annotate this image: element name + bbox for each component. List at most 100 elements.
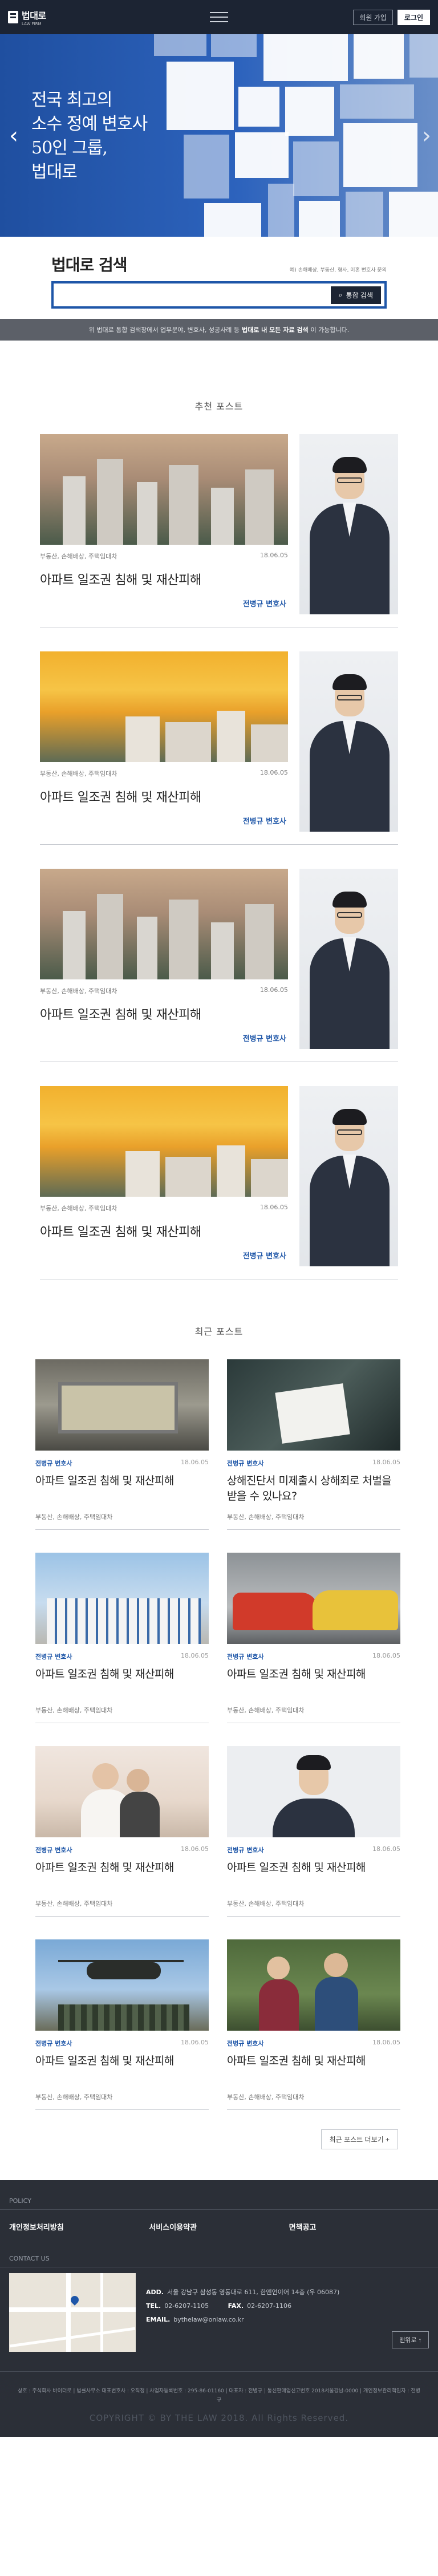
hero-pattern <box>149 34 438 237</box>
recommended-card[interactable]: 부동산, 손해배상, 주택임대차 18.06.05 아파트 일조권 침해 및 재… <box>40 651 398 845</box>
post-title[interactable]: 아파트 일조권 침해 및 재산피해 <box>35 1860 209 1893</box>
fax-value: 02-6207-1106 <box>247 2302 292 2310</box>
post-thumbnail <box>227 1553 400 1644</box>
recent-post-card[interactable]: 전병규 변호사 18.06.05 아파트 일조권 침해 및 재산피해 부동산, … <box>35 1939 209 2110</box>
post-tags: 부동산, 손해배상, 주택임대차 <box>40 770 117 777</box>
copyright: COPYRIGHT © BY THE LAW 2018. All Rights … <box>89 2413 349 2423</box>
address-value: 서울 강남구 삼성동 영동대로 611, 한엔언이어 14층 (우 06087) <box>167 2289 340 2296</box>
post-date: 18.06.05 <box>181 1459 209 1466</box>
post-title[interactable]: 아파트 일조권 침해 및 재산피해 <box>40 787 288 805</box>
search-section: 법대로 검색 예) 손해배상, 부동산, 형사, 이혼 변호사 문의 ⌕ 통합 … <box>0 237 438 319</box>
scroll-top-button[interactable]: 맨위로 ↑ <box>392 2331 429 2348</box>
logo-icon <box>8 11 18 23</box>
recent-post-card[interactable]: 전병규 변호사 18.06.05 아파트 일조권 침해 및 재산피해 부동산, … <box>227 1746 400 1917</box>
lawyer-name[interactable]: 전병규 변호사 <box>243 1032 286 1043</box>
map-pin-icon <box>69 2294 80 2306</box>
post-thumbnail <box>40 869 288 979</box>
post-title[interactable]: 상해진단서 미제출시 상해죄로 처벌을 받을 수 있나요? <box>227 1473 400 1506</box>
lawyer-name[interactable]: 전병규 변호사 <box>243 1250 286 1261</box>
post-thumbnail <box>35 1359 209 1451</box>
chevron-right-icon[interactable]: › <box>422 123 431 149</box>
lawyer-photo <box>299 869 398 1049</box>
lawyer-name[interactable]: 전병규 변호사 <box>35 1652 72 1661</box>
recent-post-card[interactable]: 전병규 변호사 18.06.05 아파트 일조권 침해 및 재산피해 부동산, … <box>227 1939 400 2110</box>
post-thumbnail <box>35 1746 209 1837</box>
terms-link[interactable]: 서비스이용약관 <box>149 2221 289 2232</box>
post-thumbnail <box>40 1086 288 1197</box>
post-tags: 부동산, 손해배상, 주택임대차 <box>227 1512 400 1530</box>
post-thumbnail <box>227 1939 400 2031</box>
search-box: ⌕ 통합 검색 <box>51 281 387 309</box>
recent-post-card[interactable]: 전병규 변호사 18.06.05 아파트 일조권 침해 및 재산피해 부동산, … <box>35 1746 209 1917</box>
lawyer-photo <box>299 1086 398 1266</box>
search-input[interactable] <box>57 283 331 306</box>
post-date: 18.06.05 <box>181 2039 209 2046</box>
post-thumbnail <box>40 434 288 545</box>
post-tags: 부동산, 손해배상, 주택임대차 <box>35 2092 209 2110</box>
post-thumbnail <box>40 651 288 762</box>
recommended-card[interactable]: 부동산, 손해배상, 주택임대차 18.06.05 아파트 일조권 침해 및 재… <box>40 434 398 627</box>
lawyer-name[interactable]: 전병규 변호사 <box>227 1459 264 1468</box>
menu-icon[interactable] <box>210 12 228 22</box>
post-title[interactable]: 아파트 일조권 침해 및 재산피해 <box>35 1473 209 1506</box>
lawyer-name[interactable]: 전병규 변호사 <box>35 1845 72 1854</box>
post-date: 18.06.05 <box>181 1652 209 1659</box>
post-date: 18.06.05 <box>372 1459 400 1466</box>
recommended-card[interactable]: 부동산, 손해배상, 주택임대차 18.06.05 아파트 일조권 침해 및 재… <box>40 869 398 1062</box>
post-title[interactable]: 아파트 일조권 침해 및 재산피해 <box>227 2053 400 2087</box>
privacy-policy-link[interactable]: 개인정보처리방침 <box>9 2221 149 2232</box>
post-title[interactable]: 아파트 일조권 침해 및 재산피해 <box>40 1222 288 1240</box>
post-title[interactable]: 아파트 일조권 침해 및 재산피해 <box>40 1005 288 1023</box>
more-posts-button[interactable]: 최근 포스트 더보기 + <box>321 2129 398 2149</box>
contact-label: CONTACT US <box>0 2243 438 2267</box>
notice-post: 이 가능합니다. <box>310 326 350 334</box>
lawyer-name[interactable]: 전병규 변호사 <box>243 598 286 609</box>
post-thumbnail <box>35 1553 209 1644</box>
tel-value[interactable]: 02-6207-1105 <box>164 2302 209 2310</box>
logo-text: 법대로 <box>22 10 46 21</box>
join-button[interactable]: 회원 가입 <box>353 9 393 25</box>
post-date: 18.06.05 <box>372 1652 400 1659</box>
recent-post-card[interactable]: 전병규 변호사 18.06.05 아파트 일조권 침해 및 재산피해 부동산, … <box>227 1553 400 1723</box>
fax-label: FAX. <box>228 2302 244 2310</box>
lawyer-name[interactable]: 전병규 변호사 <box>227 1652 264 1661</box>
lawyer-photo <box>299 434 398 614</box>
post-thumbnail <box>227 1746 400 1837</box>
post-date: 18.06.05 <box>259 552 288 559</box>
logo[interactable]: 법대로 LAW FIRM <box>8 8 46 26</box>
site-header: 법대로 LAW FIRM 회원 가입 로그인 <box>0 0 438 34</box>
post-title[interactable]: 아파트 일조권 침해 및 재산피해 <box>40 570 288 588</box>
hero-line-3: 50인 그룹, <box>31 138 108 158</box>
lawyer-name[interactable]: 전병규 변호사 <box>243 815 286 826</box>
post-title[interactable]: 아파트 일조권 침해 및 재산피해 <box>35 2053 209 2087</box>
post-title[interactable]: 아파트 일조권 침해 및 재산피해 <box>227 1667 400 1700</box>
disclaimer-link[interactable]: 면책공고 <box>289 2221 429 2232</box>
recommended-title: 추천 포스트 <box>194 401 244 412</box>
location-map[interactable] <box>9 2273 136 2352</box>
chevron-left-icon[interactable]: ‹ <box>9 123 18 149</box>
post-title[interactable]: 아파트 일조권 침해 및 재산피해 <box>227 1860 400 1893</box>
search-button-label: 통합 검색 <box>346 291 374 299</box>
post-tags: 부동산, 손해배상, 주택임대차 <box>40 553 117 560</box>
post-title[interactable]: 아파트 일조권 침해 및 재산피해 <box>35 1667 209 1700</box>
email-label: EMAIL. <box>146 2316 171 2323</box>
legal-info: 상호 : 주식회사 바이더로 | 법률사무소 대표변호사 : 오직정 | 사업자… <box>0 2371 438 2405</box>
lawyer-name[interactable]: 전병규 변호사 <box>35 1459 72 1468</box>
post-thumbnail <box>35 1939 209 2031</box>
lawyer-name[interactable]: 전병규 변호사 <box>227 2039 264 2048</box>
recent-post-card[interactable]: 전병규 변호사 18.06.05 아파트 일조권 침해 및 재산피해 부동산, … <box>35 1553 209 1723</box>
recent-posts-grid: 전병규 변호사 18.06.05 아파트 일조권 침해 및 재산피해 부동산, … <box>35 1359 403 2110</box>
search-button[interactable]: ⌕ 통합 검색 <box>330 286 381 304</box>
lawyer-name[interactable]: 전병규 변호사 <box>35 2039 72 2048</box>
recent-post-card[interactable]: 전병규 변호사 18.06.05 상해진단서 미제출시 상해죄로 처벌을 받을 … <box>227 1359 400 1530</box>
login-button[interactable]: 로그인 <box>397 9 430 25</box>
lawyer-photo <box>299 651 398 832</box>
post-tags: 부동산, 손해배상, 주택임대차 <box>227 1706 400 1723</box>
recommended-card[interactable]: 부동산, 손해배상, 주택임대차 18.06.05 아파트 일조권 침해 및 재… <box>40 1086 398 1279</box>
post-date: 18.06.05 <box>372 1845 400 1853</box>
recent-post-card[interactable]: 전병규 변호사 18.06.05 아파트 일조권 침해 및 재산피해 부동산, … <box>35 1359 209 1530</box>
email-value[interactable]: bythelaw@onlaw.co.kr <box>173 2316 244 2323</box>
lawyer-name[interactable]: 전병규 변호사 <box>227 1845 264 1854</box>
post-date: 18.06.05 <box>259 1204 288 1211</box>
search-title: 법대로 검색 <box>51 256 128 274</box>
